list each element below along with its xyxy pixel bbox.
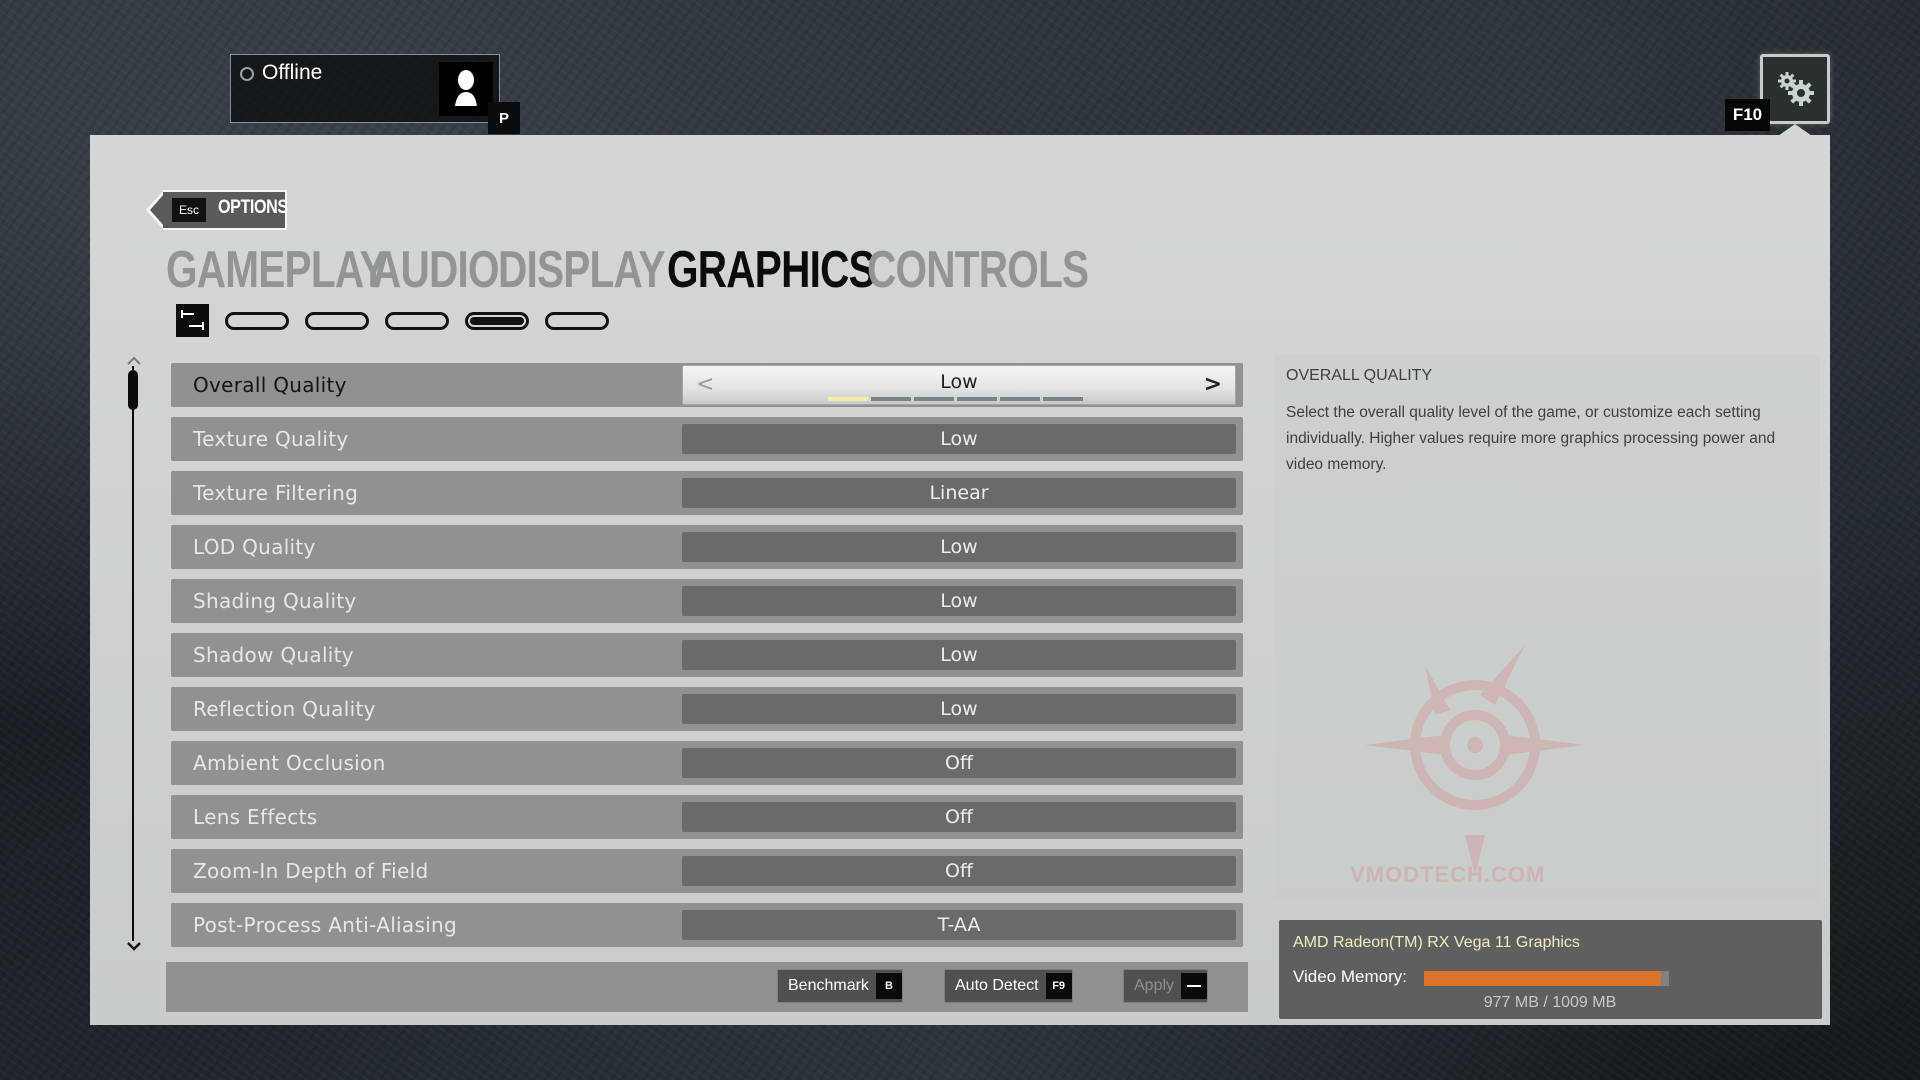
setting-value[interactable]: Low [682, 640, 1236, 670]
setting-value[interactable]: Low [682, 586, 1236, 616]
benchmark-button[interactable]: Benchmark B [777, 969, 903, 1003]
scroll-up-icon[interactable] [126, 356, 142, 366]
video-memory-label: Video Memory: [1293, 967, 1408, 986]
setting-row-ambient-occlusion[interactable]: Ambient Occlusion Off [171, 741, 1243, 785]
scroll-down-icon[interactable] [126, 940, 142, 952]
back-label: OPTIONS [218, 197, 288, 218]
description-body: Select the overall quality level of the … [1286, 404, 1776, 473]
scrollbar-thumb[interactable] [128, 370, 138, 410]
setting-label: Texture Filtering [193, 481, 359, 505]
video-memory-bar [1424, 971, 1669, 986]
subpage-pill-5[interactable] [545, 311, 609, 330]
quality-level-segment [1000, 397, 1040, 401]
tab-audio[interactable]: AUDIO [372, 240, 500, 300]
setting-value[interactable]: Low [682, 424, 1236, 454]
setting-row-overall-quality[interactable]: Overall Quality < Low > [171, 363, 1243, 407]
watermark-logo-icon [1365, 645, 1585, 875]
quality-level-segment [957, 397, 997, 401]
avatar [439, 62, 493, 116]
profile-status-text: Offline [262, 61, 323, 84]
subpage-pill-2[interactable] [305, 311, 369, 330]
action-bar: Benchmark B Auto Detect F9 Apply [166, 962, 1248, 1012]
options-tabs: GAMEPLAY AUDIO DISPLAY GRAPHICS CONTROLS [166, 240, 1089, 300]
profile-status-card[interactable]: Offline [230, 54, 500, 123]
benchmark-key-hint: B [875, 973, 902, 999]
setting-row-reflection-quality[interactable]: Reflection Quality Low [171, 687, 1243, 731]
subpage-pill-1[interactable] [225, 311, 289, 330]
tab-display[interactable]: DISPLAY [498, 240, 665, 300]
back-options-button[interactable]: Esc OPTIONS [146, 190, 288, 230]
setting-label: Overall Quality [193, 373, 347, 397]
setting-row-lens-effects[interactable]: Lens Effects Off [171, 795, 1243, 839]
settings-gear-button[interactable] [1760, 54, 1830, 124]
chevron-left-icon[interactable]: < [696, 370, 714, 400]
setting-value[interactable]: Low [682, 532, 1236, 562]
setting-value[interactable]: T-AA [682, 910, 1236, 940]
user-icon [455, 70, 477, 106]
video-memory-text: 977 MB / 1009 MB [1483, 994, 1617, 1011]
setting-row-shading-quality[interactable]: Shading Quality Low [171, 579, 1243, 623]
description-title: OVERALL QUALITY [1286, 367, 1433, 384]
settings-key-hint: F10 [1725, 99, 1770, 131]
gear-icon [1778, 72, 1814, 106]
quality-level-segment [914, 397, 954, 401]
esc-key-hint: Esc [172, 198, 206, 222]
setting-label: Shading Quality [193, 589, 357, 613]
profile-key-hint: P [488, 102, 520, 134]
setting-label: Reflection Quality [193, 697, 376, 721]
subpage-indicator [176, 304, 625, 337]
setting-label: Shadow Quality [193, 643, 354, 667]
apply-button[interactable]: Apply [1123, 969, 1209, 1003]
tab-gameplay[interactable]: GAMEPLAY [166, 240, 387, 300]
setting-label: Ambient Occlusion [193, 751, 386, 775]
setting-row-lod-quality[interactable]: LOD Quality Low [171, 525, 1243, 569]
switch-page-icon[interactable] [176, 304, 209, 337]
watermark-text: VMODTECH.COM [1350, 862, 1546, 887]
setting-label: Texture Quality [193, 427, 349, 451]
setting-selector[interactable]: < Low > [682, 365, 1236, 405]
setting-value[interactable]: Off [682, 856, 1236, 886]
quality-level-segment [1043, 397, 1083, 401]
setting-row-texture-filtering[interactable]: Texture Filtering Linear [171, 471, 1243, 515]
scrollbar-track[interactable] [132, 366, 134, 941]
tab-controls[interactable]: CONTROLS [867, 240, 1089, 300]
chevron-right-icon[interactable]: > [1204, 370, 1222, 400]
video-memory-fill [1424, 971, 1662, 986]
setting-row-post-process-aa[interactable]: Post-Process Anti-Aliasing T-AA [171, 903, 1243, 947]
auto-detect-key-hint: F9 [1045, 973, 1072, 999]
setting-value[interactable]: Off [682, 748, 1236, 778]
setting-value[interactable]: Off [682, 802, 1236, 832]
setting-row-shadow-quality[interactable]: Shadow Quality Low [171, 633, 1243, 677]
apply-key-hint [1181, 973, 1208, 999]
setting-value[interactable]: Low [682, 694, 1236, 724]
quality-level-indicator [828, 397, 1083, 401]
subpage-pill-4[interactable] [465, 311, 529, 330]
setting-row-zoom-in-dof[interactable]: Zoom-In Depth of Field Off [171, 849, 1243, 893]
quality-level-segment [828, 397, 868, 401]
auto-detect-button[interactable]: Auto Detect F9 [944, 969, 1073, 1003]
graphics-settings-list: Overall Quality < Low > Texture Quality … [171, 363, 1243, 957]
setting-label: Post-Process Anti-Aliasing [193, 913, 458, 937]
setting-label: Lens Effects [193, 805, 318, 829]
offline-status-icon [240, 67, 254, 81]
setting-row-texture-quality[interactable]: Texture Quality Low [171, 417, 1243, 461]
tab-graphics[interactable]: GRAPHICS [667, 240, 876, 300]
setting-label: Zoom-In Depth of Field [193, 859, 429, 883]
subpage-pill-3[interactable] [385, 311, 449, 330]
setting-value[interactable]: Linear [682, 478, 1236, 508]
gpu-name: AMD Radeon(TM) RX Vega 11 Graphics [1293, 934, 1580, 951]
quality-level-segment [871, 397, 911, 401]
setting-value: Low [940, 371, 978, 393]
setting-label: LOD Quality [193, 535, 316, 559]
